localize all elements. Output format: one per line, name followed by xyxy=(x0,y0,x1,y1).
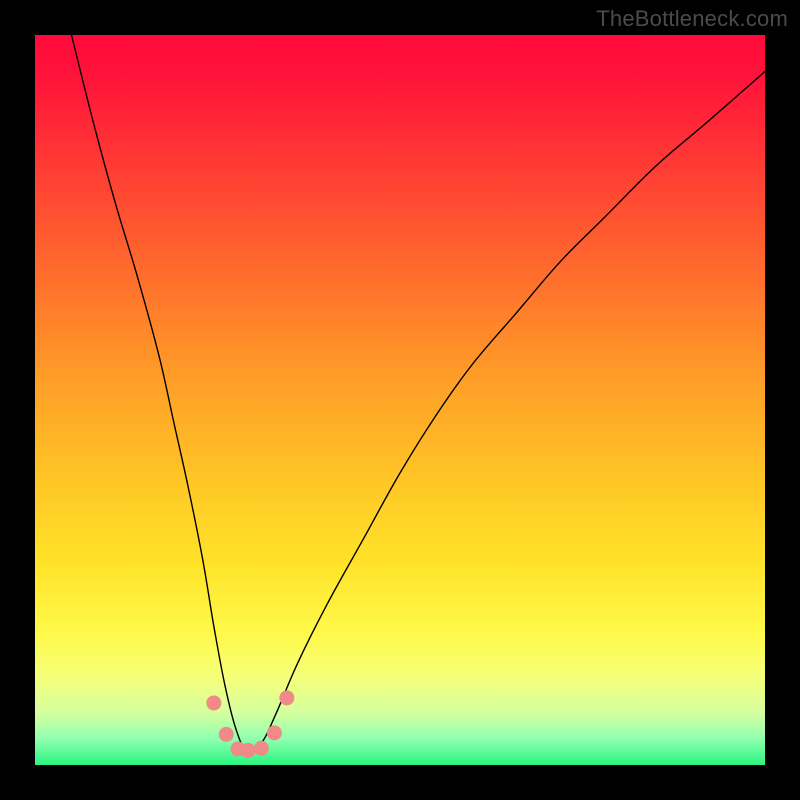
highlight-points xyxy=(279,690,294,705)
chart-svg xyxy=(35,35,765,765)
highlight-points xyxy=(206,695,221,710)
watermark-text: TheBottleneck.com xyxy=(596,6,788,32)
gradient-background xyxy=(35,35,765,765)
plot-area xyxy=(35,35,765,765)
highlight-points xyxy=(254,741,269,756)
highlight-points xyxy=(241,743,256,758)
chart-container: TheBottleneck.com xyxy=(0,0,800,800)
highlight-points xyxy=(267,725,282,740)
highlight-points xyxy=(219,727,234,742)
